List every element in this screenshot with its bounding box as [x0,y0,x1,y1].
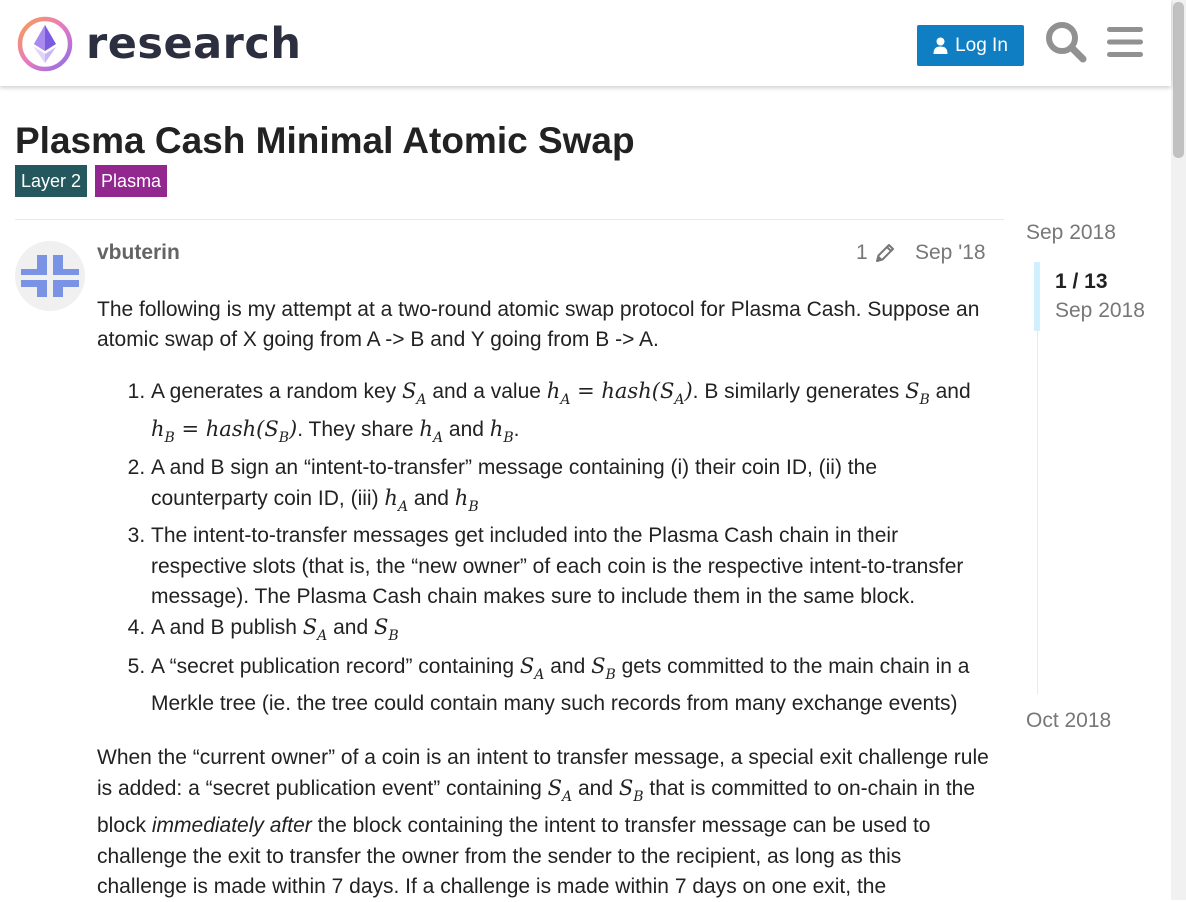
list-item: A and B sign an “intent-to-transfer” mes… [151,453,992,522]
category-tag-layer-2[interactable]: Layer 2 [15,165,87,197]
login-label: Log In [955,35,1008,57]
ethereum-research-logo-icon [16,15,74,73]
hamburger-menu-icon[interactable] [1105,20,1149,64]
topic-tags: Layer 2 Plasma [15,165,167,197]
math-sb: SB [591,654,616,678]
math-sa: SA [402,379,427,403]
avatar[interactable] [15,241,85,311]
math-hb: hB [455,486,479,510]
list-item: A generates a random key SA and a value … [151,376,992,453]
math-ha: hA [419,417,443,441]
math-sa: SA [520,654,545,678]
list-item: A “secret publication record” containing… [151,651,992,720]
site-name: research [86,23,301,66]
post-edit-history[interactable]: 1 [856,241,896,265]
user-icon [933,37,948,54]
edit-count: 1 [856,241,868,265]
math-hb: hB [490,417,514,441]
math-ha-hash: hA = hash(SA) [547,379,693,403]
protocol-steps: A generates a random key SA and a value … [97,376,992,720]
math-sb: SB [905,379,930,403]
scrollbar-thumb[interactable] [1173,2,1184,158]
math-ha: hA [384,486,408,510]
post-username[interactable]: vbuterin [97,241,180,265]
topic-title[interactable]: Plasma Cash Minimal Atomic Swap [15,119,635,163]
timeline-post-count: 1 / 13 [1055,270,1108,294]
title-divider [15,219,1004,220]
site-header: research Log In [0,0,1171,86]
math-sa: SA [548,776,573,800]
search-icon[interactable] [1044,20,1088,64]
math-sb: SB [374,615,399,639]
page-scrollbar[interactable] [1171,0,1186,900]
emphasis-text: immediately after [152,814,312,837]
list-item: A and B publish SA and SB [151,612,992,650]
post-date[interactable]: Sep '18 [915,241,986,265]
math-hb-hash: hB = hash(SB) [151,417,297,441]
math-sb: SB [619,776,644,800]
site-logo[interactable]: research [16,14,301,74]
timeline-end-date[interactable]: Oct 2018 [1026,708,1111,734]
list-item: The intent-to-transfer messages get incl… [151,521,992,612]
category-tag-plasma[interactable]: Plasma [95,165,167,197]
post-paragraph: When the “current owner” of a coin is an… [97,743,992,902]
timeline-current-date: Sep 2018 [1055,299,1145,323]
math-sa: SA [303,615,328,639]
login-button[interactable]: Log In [917,25,1024,66]
pencil-icon [874,242,896,264]
timeline-scroll-handle[interactable] [1034,262,1040,331]
post-intro: The following is my attempt at a two-rou… [97,295,992,356]
post-body: The following is my attempt at a two-rou… [97,295,992,902]
timeline-start-date[interactable]: Sep 2018 [1026,220,1116,246]
